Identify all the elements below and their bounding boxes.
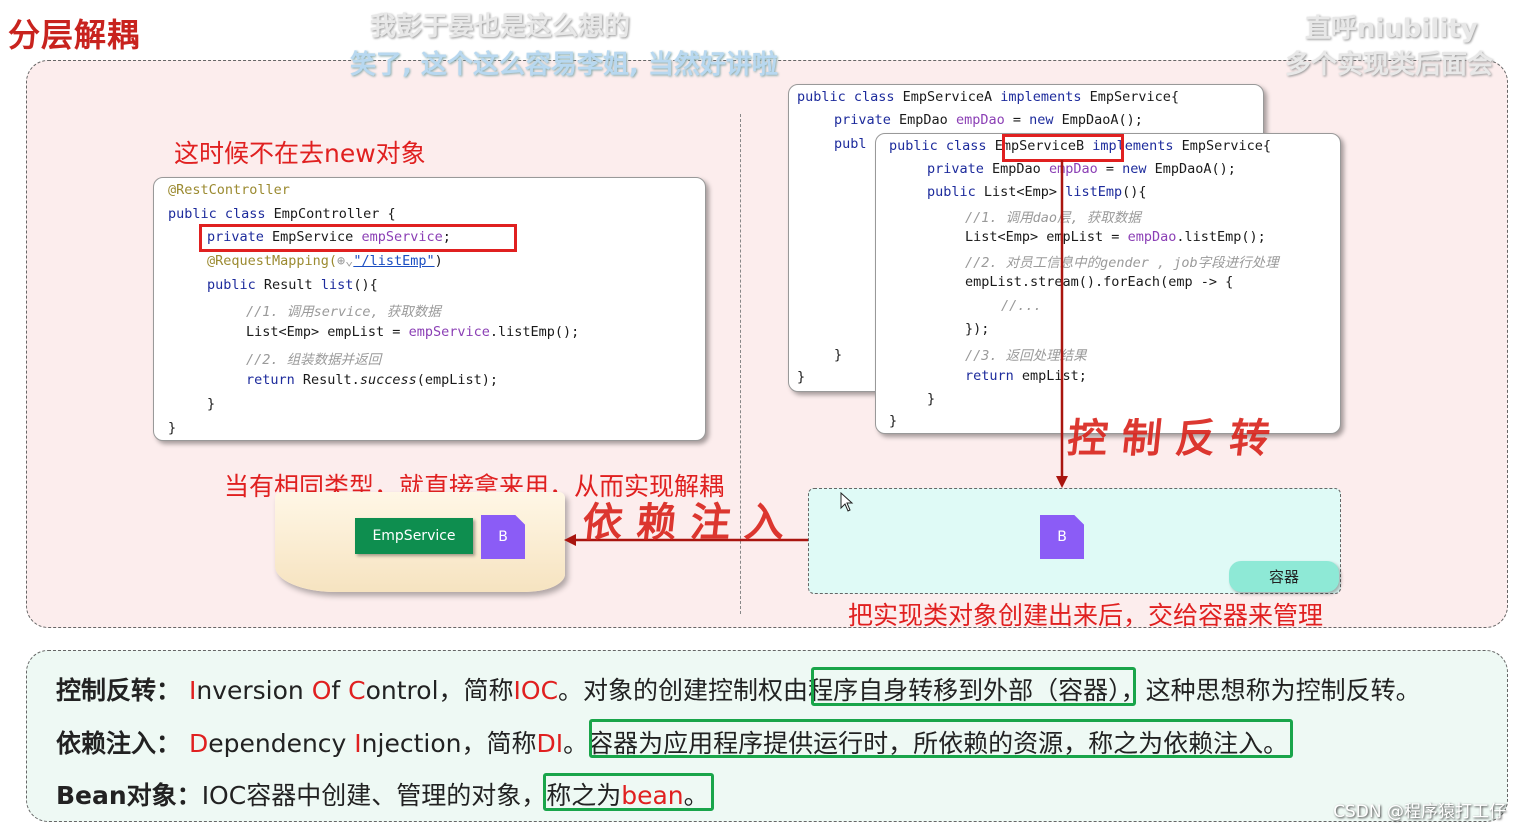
code-line: publ (834, 136, 867, 152)
code-line: return Result.success(empList); (246, 372, 498, 388)
danmaku-comment: 直呼niubility (1305, 14, 1478, 44)
di-handwriting: 依赖注入 (580, 499, 802, 546)
code-line: } (207, 396, 216, 412)
code-line: } (889, 413, 898, 429)
code-line: public Result list(){ (207, 277, 378, 293)
code-line: @RestController (168, 182, 290, 198)
danmaku-comment: 我彭于晏也是这么想的 (370, 12, 631, 42)
danmaku-comment: 笑了, 这个这么容易李姐, 当然好讲啦 (350, 50, 778, 80)
di-highlight-box (589, 719, 1293, 758)
ioc-definition: 控制反转： Inversion Of Control，简称IOC。对象的创建控制… (56, 676, 1421, 705)
code-line: public class EmpServiceA implements EmpS… (797, 89, 1180, 105)
ioc-highlight-box (811, 667, 1136, 706)
globe-icon: ⊕⌄ (337, 253, 354, 269)
code-line: private EmpDao empDao = new EmpDaoA(); (927, 161, 1236, 177)
code-line: List<Emp> empList = empDao.listEmp(); (965, 229, 1266, 245)
code-line: public class EmpController { (168, 206, 396, 222)
container-label: 容器 (1229, 561, 1339, 592)
code-line: @RequestMapping(⊕⌄"/listEmp") (207, 253, 443, 269)
note-no-new: 这时候不在去new对象 (174, 139, 426, 168)
ioc-handwriting: 控制反转 (1065, 415, 1287, 462)
empservice-flag: EmpService (355, 518, 473, 554)
code-line: List<Emp> empList = empService.listEmp()… (246, 324, 580, 340)
code-comment: //2. 对员工信息中的gender , job字段进行处理 (965, 255, 1279, 271)
code-line: } (834, 347, 843, 363)
mouse-cursor-icon (840, 492, 854, 512)
bean-highlight-box (543, 773, 714, 811)
watermark: CSDN @程序猿打工仔 (1333, 802, 1506, 822)
note-container-manage: 把实现类对象创建出来后，交给容器来管理 (848, 601, 1324, 630)
code-line: empList.stream().forEach(emp -> { (965, 274, 1234, 290)
bean-doc-icon: B (481, 515, 525, 559)
code-line: private EmpDao empDao = new EmpDaoA(); (834, 112, 1143, 128)
danmaku-comment: 多个实现类后面会 (1285, 50, 1494, 80)
private-field-highlight (199, 224, 517, 252)
bean-doc-icon: B (1040, 515, 1084, 559)
code-comment: //1. 调用service, 获取数据 (246, 304, 441, 320)
empservice-b-code-block: public class EmpServiceB implements EmpS… (875, 133, 1341, 434)
page-title: 分层解耦 (8, 16, 141, 54)
empservice-b-highlight (1002, 134, 1124, 162)
code-comment: //2. 组装数据并返回 (246, 352, 382, 368)
code-line: } (168, 420, 177, 436)
code-line: } (927, 391, 936, 407)
code-comment: //... (1001, 298, 1042, 314)
code-line: public List<Emp> listEmp(){ (927, 184, 1147, 200)
controller-code-block: @RestController public class EmpControll… (153, 177, 706, 441)
code-line: }); (965, 321, 990, 337)
code-line: } (797, 369, 806, 385)
